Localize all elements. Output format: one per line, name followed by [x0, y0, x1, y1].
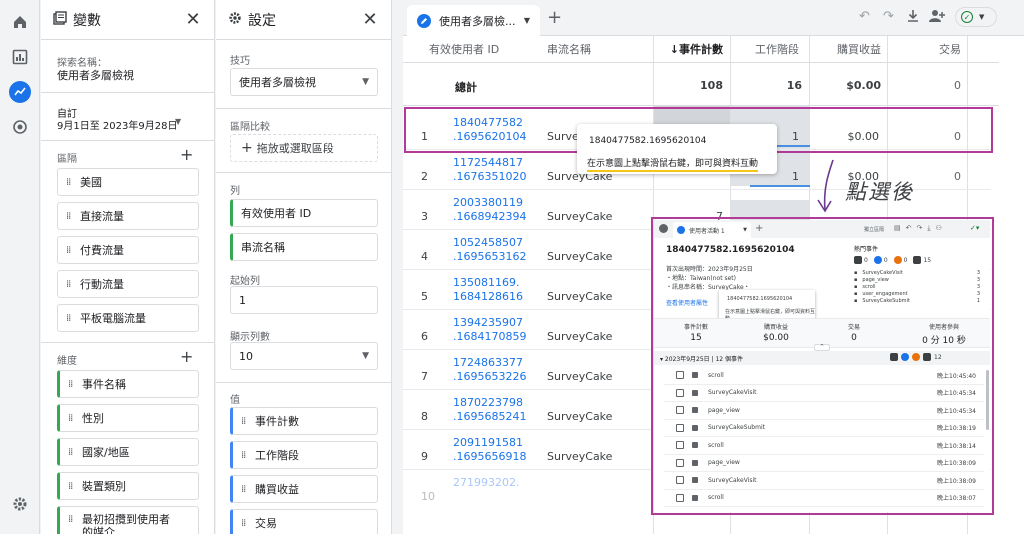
- total-sessions: 16: [786, 79, 802, 92]
- inset-highlight-box: [651, 217, 994, 515]
- dimension-chip[interactable]: ⁞⁞ 最初招攬到使用者的媒介: [57, 506, 199, 534]
- dimension-chip[interactable]: ⁞⁞ 性別: [57, 404, 199, 432]
- status-badge[interactable]: ✓ ▼: [955, 7, 997, 27]
- variables-title: 變數: [73, 12, 101, 29]
- segment-chip[interactable]: ⁞⁞ 行動流量: [57, 270, 199, 298]
- user-id-link[interactable]: 135081169. 1684128616: [453, 276, 523, 304]
- start-row-label: 起始列: [230, 276, 260, 287]
- reports-icon[interactable]: [10, 47, 30, 67]
- segment-chip[interactable]: ⁞⁞ 美國: [57, 168, 199, 196]
- value-chip[interactable]: ⁞⁞ 工作階段: [230, 441, 378, 469]
- tooltip-hint: 在示意圖上點擊滑鼠右鍵，即可與資料互動: [587, 156, 759, 172]
- add-tab-button[interactable]: +: [547, 7, 562, 28]
- value-chip[interactable]: ⁞⁞ 交易: [230, 509, 378, 534]
- gear-icon: [228, 11, 242, 28]
- settings-icon[interactable]: [10, 494, 30, 514]
- download-icon[interactable]: [906, 9, 920, 26]
- total-event-count: 108: [700, 79, 723, 92]
- arrow-annotation: [817, 159, 834, 213]
- chevron-down-icon: ▼: [362, 77, 369, 87]
- dimension-chip[interactable]: ⁞⁞ 裝置類別: [57, 472, 199, 500]
- col-header-transactions[interactable]: 交易: [891, 36, 961, 62]
- row-chip[interactable]: 有效使用者 ID: [230, 199, 378, 227]
- add-dimension-icon[interactable]: +: [180, 347, 193, 366]
- row-chip[interactable]: 串流名稱: [230, 233, 378, 261]
- segment-compare-label: 區隔比較: [230, 122, 270, 133]
- settings-panel: 設定 ✕ 技巧 使用者多層檢視 ▼ 區隔比較 + 拖放或選取區段 列 有效使用者 I…: [216, 0, 392, 534]
- date-dropdown-icon[interactable]: ▼: [175, 117, 181, 126]
- show-rows-label: 顯示列數: [230, 332, 270, 343]
- variables-icon: [53, 11, 67, 28]
- technique-label: 技巧: [230, 56, 250, 67]
- date-range[interactable]: 9月1日至 2023年9月28日: [57, 117, 177, 132]
- tab-dropdown-icon[interactable]: ▼: [524, 16, 530, 25]
- exploration-name[interactable]: 使用者多層檢視: [57, 67, 134, 83]
- advertising-icon[interactable]: [10, 117, 30, 137]
- settings-title: 設定: [248, 12, 276, 29]
- col-header-event-count[interactable]: ↓事件計數: [653, 36, 723, 62]
- dimensions-label: 維度: [57, 356, 77, 367]
- pencil-icon: [417, 13, 431, 28]
- variables-panel: 變數 ✕ 探索名稱： 使用者多層檢視 自訂 9月1日至 2023年9月28日 ▼…: [41, 0, 215, 534]
- user-id-link[interactable]: 1870223798.1695685241: [453, 396, 526, 424]
- close-icon[interactable]: ✕: [184, 9, 202, 30]
- values-label: 值: [230, 395, 240, 406]
- total-label: 總計: [455, 81, 477, 94]
- user-id-link[interactable]: 2003380119.1668942394: [453, 196, 526, 224]
- close-icon[interactable]: ✕: [361, 9, 379, 30]
- start-row-input[interactable]: 1: [230, 286, 378, 314]
- annotation-text: 點選後: [845, 180, 914, 204]
- col-header-revenue[interactable]: 購買收益: [807, 36, 881, 62]
- user-id-link[interactable]: 1052458507.1695653162: [453, 236, 526, 264]
- nav-rail: [0, 0, 40, 534]
- user-id-link[interactable]: 1172544817.1676351020: [453, 156, 526, 184]
- value-chip[interactable]: ⁞⁞ 購買收益: [230, 475, 378, 503]
- user-id-link[interactable]: 1394235907.1684170859: [453, 316, 526, 344]
- dimension-chip[interactable]: ⁞⁞ 事件名稱: [57, 370, 199, 398]
- tab-user-explorer[interactable]: 使用者多層檢... ▼: [407, 5, 540, 36]
- home-icon[interactable]: [10, 12, 30, 32]
- dimension-chip[interactable]: ⁞⁞ 國家/地區: [57, 438, 199, 466]
- share-user-icon[interactable]: [929, 9, 945, 26]
- settings-header: 設定 ✕: [216, 0, 391, 40]
- variables-header: 變數 ✕: [41, 0, 214, 40]
- user-id-link[interactable]: 271993202.: [453, 476, 519, 490]
- show-rows-select[interactable]: 10 ▼: [230, 342, 378, 370]
- col-header-sessions[interactable]: 工作階段: [727, 36, 799, 62]
- user-id-link[interactable]: 1724863377.1695653226: [453, 356, 526, 384]
- scrollbar[interactable]: [999, 36, 1024, 534]
- plus-icon: +: [241, 140, 253, 156]
- undo-icon[interactable]: ↶: [859, 9, 870, 24]
- tab-bar: 使用者多層檢... ▼ + ↶ ↷ ✓ ▼: [403, 0, 1024, 36]
- chevron-down-icon: ▼: [979, 13, 985, 21]
- technique-select[interactable]: 使用者多層檢視 ▼: [230, 68, 378, 96]
- redo-icon[interactable]: ↷: [883, 9, 894, 24]
- check-icon: ✓: [961, 11, 973, 23]
- value-chip[interactable]: ⁞⁞ 事件計數: [230, 407, 378, 435]
- col-header-user-id[interactable]: 有效使用者 ID: [429, 36, 529, 62]
- row-tooltip: 1840477582.1695620104 在示意圖上點擊滑鼠右鍵，即可與資料互…: [577, 124, 777, 174]
- explore-icon[interactable]: [9, 81, 31, 103]
- chevron-down-icon: ▼: [362, 351, 369, 361]
- segment-chip[interactable]: ⁞⁞ 平板電腦流量: [57, 304, 199, 332]
- segments-label: 區隔: [57, 154, 77, 165]
- add-segment-icon[interactable]: +: [180, 145, 193, 164]
- segment-drop-zone[interactable]: + 拖放或選取區段: [230, 134, 378, 162]
- user-id-link[interactable]: 2091191581.1695656918: [453, 436, 526, 464]
- total-transactions: 0: [954, 79, 961, 92]
- segment-chip[interactable]: ⁞⁞ 直接流量: [57, 202, 199, 230]
- rows-label: 列: [230, 186, 240, 197]
- total-revenue: $0.00: [846, 79, 881, 92]
- tooltip-user-id: 1840477582.1695620104: [589, 136, 707, 146]
- segment-chip[interactable]: ⁞⁞ 付費流量: [57, 236, 199, 264]
- col-header-stream[interactable]: 串流名稱: [547, 36, 647, 62]
